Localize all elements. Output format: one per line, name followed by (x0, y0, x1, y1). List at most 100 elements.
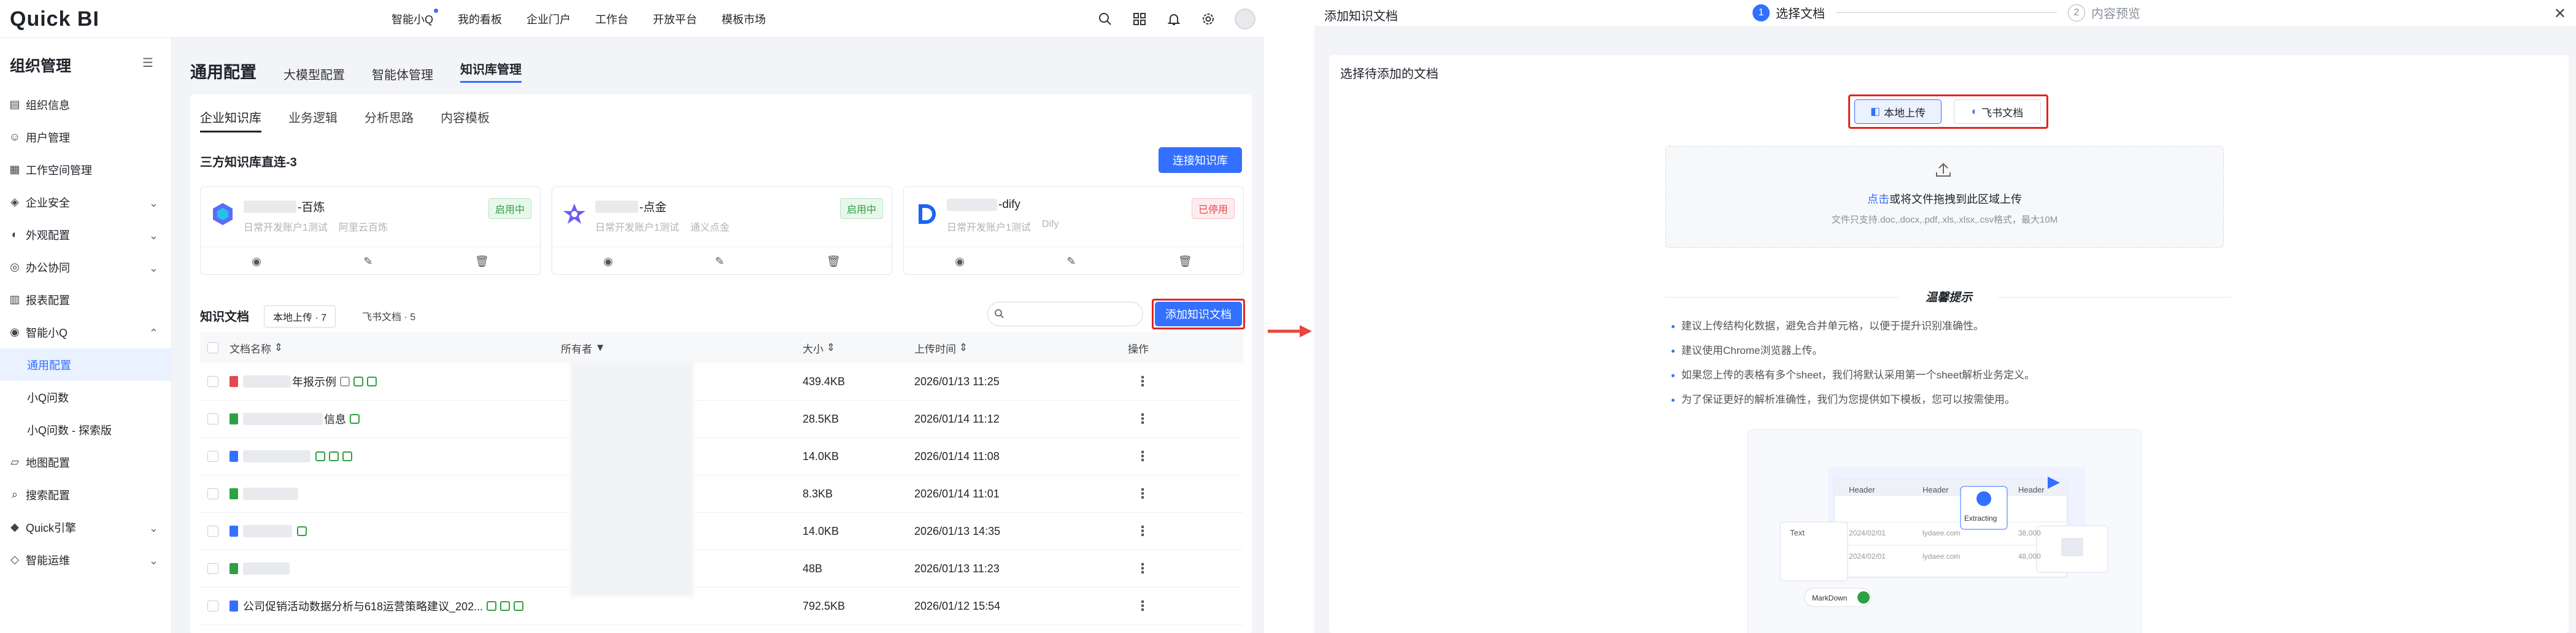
sidebar-item-search-config[interactable]: ⌕ 搜索配置 (0, 478, 172, 511)
col-time[interactable]: 上传时间 ⇕ (914, 332, 968, 363)
illus-header: Header (1849, 485, 1875, 494)
subtab-business-logic[interactable]: 业务逻辑 (288, 108, 337, 132)
delete-icon[interactable]: 🗑 (1178, 255, 1192, 268)
topnav-dashboards[interactable]: 我的看板 (458, 11, 502, 27)
pill-local[interactable]: 本地上传 · 7 (264, 305, 336, 328)
more-icon[interactable]: ⋮ (1136, 550, 1149, 587)
doc-time: 2026/01/14 11:08 (914, 450, 1000, 462)
topnav-portal[interactable]: 企业门户 (526, 11, 571, 27)
table-row[interactable]: 公司促销活动数据分析与618运营策略建议_202... 792.5KB 2026… (200, 588, 1243, 625)
table-row[interactable]: 14.0KB 2026/01/14 11:08 ⋮ (200, 438, 1243, 475)
more-icon[interactable]: ⋮ (1136, 588, 1149, 624)
topnav-ai[interactable]: 智能小Q (391, 9, 439, 27)
tab-general[interactable]: 通用配置 (190, 59, 256, 83)
tab-knowledge[interactable]: 知识库管理 (460, 59, 522, 83)
gear-icon[interactable] (1200, 11, 1216, 27)
sidebar-item-appearance[interactable]: ◐ 外观配置 ⌄ (0, 218, 172, 251)
row-checkbox[interactable] (207, 376, 218, 387)
sidebar-item-general-config[interactable]: 通用配置 (0, 348, 172, 381)
edit-icon[interactable]: ✎ (715, 255, 724, 268)
more-icon[interactable]: ⋮ (1136, 513, 1149, 550)
sidebar-item-ai[interactable]: ◉ 智能小Q ⌃ (0, 316, 172, 348)
table-row[interactable]: 信息 28.5KB 2026/01/14 11:12 ⋮ (200, 401, 1243, 438)
doc-search-input[interactable] (987, 302, 1143, 326)
building-icon: ▤ (9, 98, 20, 110)
illus-date: 2024/02/01 (1849, 529, 1886, 537)
table-row[interactable]: 14.0KB 2026/01/13 14:35 ⋮ (200, 513, 1243, 550)
tab-agents[interactable]: 智能体管理 (372, 65, 433, 83)
sidebar-item-collab[interactable]: ◎ 办公协同 ⌄ (0, 251, 172, 283)
more-icon[interactable]: ⋮ (1136, 475, 1149, 512)
upload-click-link[interactable]: 点击 (1867, 193, 1889, 205)
kb-card[interactable]: -dify 日常开发账户1测试 Dify 已停用 ◉ ✎ 🗑 (903, 186, 1244, 275)
doc-time: 2026/01/13 14:35 (914, 524, 1001, 537)
tag-icon (500, 601, 511, 611)
sidebar-item-users[interactable]: ☺ 用户管理 (0, 121, 172, 153)
illus-extracting: Extracting (1964, 514, 1997, 523)
pill-feishu[interactable]: 飞书文档 · 5 (353, 305, 424, 326)
filter-icon[interactable]: ▼ (595, 342, 606, 354)
sidebar-item-report[interactable]: ▥ 报表配置 (0, 283, 172, 316)
sidebar-item-workspace[interactable]: ▦ 工作空间管理 (0, 153, 172, 186)
collapse-icon[interactable]: ☰ (142, 55, 153, 71)
row-checkbox[interactable] (207, 600, 218, 612)
avatar[interactable] (1235, 9, 1255, 29)
sidebar-title: 组织管理 (10, 58, 72, 75)
workspace-icon: ▦ (9, 163, 20, 175)
col-name[interactable]: 文档名称 ⇕ (229, 332, 283, 363)
table-row[interactable]: 年报示例 439.4KB 2026/01/13 11:25 ⋮ (200, 363, 1243, 401)
upload-dropzone[interactable]: 点击或将文件拖拽到此区域上传 文件只支持.doc,.docx,.pdf,.xls… (1665, 146, 2224, 248)
row-checkbox[interactable] (207, 563, 218, 574)
kb-card[interactable]: -点金 日常开发账户1测试 通义点金 启用中 ◉ ✎ 🗑 (552, 186, 892, 275)
tab-llm[interactable]: 大模型配置 (283, 65, 345, 83)
bot-icon: ◉ (10, 326, 20, 338)
delete-icon[interactable]: 🗑 (827, 255, 841, 268)
sidebar-item-security[interactable]: ◈ 企业安全 ⌄ (0, 186, 172, 218)
more-icon[interactable]: ⋮ (1136, 363, 1149, 400)
table-row[interactable]: 8.3KB 2026/01/14 11:01 ⋮ (200, 475, 1243, 513)
main-tabs: 通用配置 大模型配置 智能体管理 知识库管理 (190, 59, 522, 83)
highlight-box (1848, 94, 2048, 129)
kb-provider: 通义点金 (690, 223, 730, 233)
edit-icon[interactable]: ✎ (363, 255, 372, 268)
table-row[interactable]: 48B 2026/01/13 11:23 ⋮ (200, 550, 1243, 588)
csv-file-icon (229, 563, 238, 574)
subtab-enterprise-kb[interactable]: 企业知识库 (200, 108, 261, 132)
delete-icon[interactable]: 🗑 (475, 255, 489, 268)
more-icon[interactable]: ⋮ (1136, 401, 1149, 437)
doc-name: 信息 (324, 413, 346, 426)
close-icon[interactable]: ✕ (2554, 5, 2566, 23)
tag-icon (297, 526, 307, 536)
kb-card[interactable]: -百炼 日常开发账户1测试 阿里云百炼 启用中 ◉ ✎ 🗑 (200, 186, 541, 275)
sidebar-item-ops[interactable]: ◇ 智能运维 ⌄ (0, 543, 172, 576)
subtab-templates[interactable]: 内容模板 (441, 108, 490, 132)
connect-kb-button[interactable]: 连接知识库 (1159, 147, 1242, 173)
col-owner[interactable]: 所有者 ▼ (561, 332, 606, 363)
row-checkbox[interactable] (207, 413, 218, 424)
topnav-openplatform[interactable]: 开放平台 (653, 11, 697, 27)
sidebar-item-engine[interactable]: ◆ Quick引擎 ⌄ (0, 511, 172, 543)
sidebar-item-xiaoq[interactable]: 小Q问数 (0, 381, 172, 413)
bell-icon[interactable] (1166, 11, 1182, 27)
topnav-workbench[interactable]: 工作台 (595, 11, 628, 27)
col-size[interactable]: 大小 ⇕ (803, 332, 835, 363)
edit-icon[interactable]: ✎ (1066, 255, 1076, 268)
row-checkbox[interactable] (207, 526, 218, 537)
tag-icon (315, 451, 325, 461)
more-icon[interactable]: ⋮ (1136, 438, 1149, 475)
subtab-analysis[interactable]: 分析思路 (364, 108, 414, 132)
apps-grid-icon[interactable] (1132, 11, 1147, 27)
tip-item: 为了保证更好的解析准确性，我们为您提供如下模板，您可以按需使用。 (1672, 388, 2035, 412)
arrow-right-icon (1268, 325, 1312, 337)
sidebar-item-xiaoq-explore[interactable]: 小Q问数 - 探索版 (0, 413, 172, 446)
toggle-icon[interactable]: ◉ (252, 255, 261, 268)
row-checkbox[interactable] (207, 451, 218, 462)
search-icon[interactable] (1097, 11, 1113, 27)
topnav-templates[interactable]: 模板市场 (722, 11, 766, 27)
toggle-icon[interactable]: ◉ (603, 255, 613, 268)
sidebar-item-map[interactable]: ▱ 地图配置 (0, 446, 172, 478)
toggle-icon[interactable]: ◉ (955, 255, 965, 268)
row-checkbox[interactable] (207, 488, 218, 499)
select-all-checkbox[interactable] (207, 342, 218, 353)
sidebar-item-org-info[interactable]: ▤ 组织信息 (0, 88, 172, 121)
